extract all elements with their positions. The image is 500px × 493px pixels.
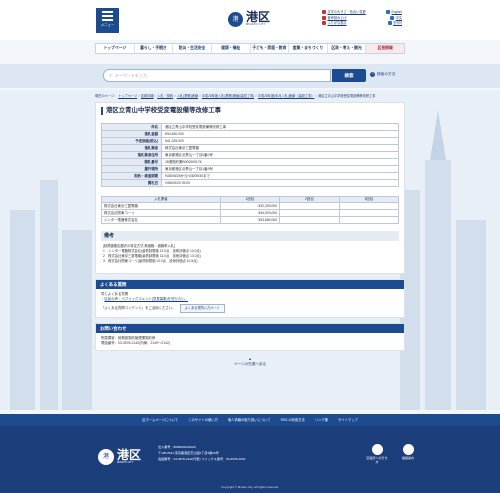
- globe-icon: [386, 10, 391, 14]
- breadcrumb-item[interactable]: 平成28年度(年月入札)実績（建設工事）: [258, 94, 315, 98]
- footer-link[interactable]: 個人情報の取り扱いについて: [228, 418, 271, 422]
- breadcrumb-item[interactable]: 入札(業務)実績: [177, 94, 198, 98]
- contact-heading: お問い合わせ: [96, 324, 404, 333]
- breadcrumb-item[interactable]: 区政情報: [141, 94, 154, 98]
- table-row: 予定価格(税込) ¥41,025,000: [101, 137, 399, 145]
- menu-button[interactable]: メニュー: [96, 8, 119, 33]
- gnav-top[interactable]: トップページ: [96, 44, 135, 53]
- footer-link[interactable]: RSS の利用方法: [281, 418, 305, 422]
- furigana-icon: [322, 21, 326, 26]
- table-row: 落札金額 ¥34,830,000: [101, 130, 399, 138]
- map-pin-icon: [371, 444, 383, 455]
- gnav-living[interactable]: 暮らし・手続き: [135, 44, 174, 53]
- copyright: Copyright © Minato City. All rights rese…: [221, 485, 279, 489]
- main-content: 港区立青山中学校受変電設備等改修工事 件名 港区立青山中学校受変電設備等改修工事 …: [95, 102, 405, 275]
- table-row: 落札業者住所 東京都港区北青山一丁目0番0号: [101, 151, 399, 159]
- faq-note: 「よくある質問コンテンツ」をご活用ください。: [101, 306, 176, 311]
- search-placeholder: キーワードを入力: [114, 73, 147, 78]
- access-button[interactable]: 区役所への行き方: [366, 444, 388, 465]
- page-title: 港区立青山中学校受変電設備等改修工事: [101, 107, 399, 115]
- breadcrumb-current: 港区立青山中学校受変電設備等改修工事: [318, 94, 376, 98]
- org-chart-icon: [402, 444, 414, 455]
- gnav-industry[interactable]: 産業・まちづくり: [289, 44, 328, 53]
- table-row: シンター電器株式会社 ¥33,880,000: [101, 216, 400, 224]
- search-band: ⚲ キーワードを入力 検索 ? 検索の方法: [0, 64, 500, 88]
- faq-box: よくある質問 同じよくある質問 ・区民の声・パブリックコメント(意見募集)を知り…: [95, 279, 405, 319]
- text-size-link[interactable]: 文字の大きさ・色合い変更: [322, 10, 366, 14]
- globe-icon: [387, 21, 392, 26]
- voice-reading-link[interactable]: 音声読み上げ: [322, 15, 347, 20]
- contact-phone: 電話番号：03-3578-2140(内線：2140～2142): [101, 341, 170, 346]
- text-size-icon: [322, 10, 326, 14]
- breadcrumb-item[interactable]: 平成28年度入札(業務)実績(建設工事): [202, 94, 254, 98]
- gnav-government[interactable]: 区政・考え・観光: [328, 44, 367, 53]
- breadcrumb: 現在のページ： トップページ > 区政情報 > 入札・契約 > 入札(業務)実績…: [95, 94, 376, 98]
- faq-page-button[interactable]: よくある質問入力ページ: [179, 304, 225, 314]
- table-row: 落札業者 株式会社東京三菱電機: [101, 144, 399, 152]
- organization-button[interactable]: 組織案内: [397, 444, 419, 465]
- phone-fax: 電話番号：03-3578-2111(代表) ファックス番号：03-3578-20…: [158, 457, 246, 461]
- table-row: 契約・検査期間 H28/05/25からH28/09/30まで: [101, 172, 399, 180]
- logo-main-text: 港区: [246, 10, 271, 25]
- menu-label: メニュー: [100, 23, 115, 27]
- footer-link[interactable]: 区ホームページについて: [142, 418, 178, 422]
- gnav-children[interactable]: 子ども・家庭・教育: [251, 44, 290, 53]
- header: メニュー 港 港区 MINATO CITY 文字の大きさ・色合い変更 Engli…: [0, 0, 500, 40]
- page-top-link[interactable]: ▲ ページの先頭へ戻る: [95, 357, 405, 366]
- footer: 港 港区 MINATO CITY 法人番号：8000020131032 〒105…: [0, 426, 500, 493]
- minato-seal-icon: 港: [228, 12, 243, 27]
- chinese-link[interactable]: 中文: [390, 15, 402, 20]
- table-row: 開札番号 28港契約第B000000176: [101, 158, 399, 166]
- footer-link[interactable]: サイトマップ: [338, 418, 358, 422]
- search-icon: ⚲: [109, 73, 112, 78]
- search-input[interactable]: ⚲ キーワードを入力: [103, 69, 331, 82]
- search-button[interactable]: 検索: [332, 69, 366, 82]
- faq-link[interactable]: 区民の声・パブリックコメント(意見募集)を知りたい。: [104, 297, 188, 301]
- minato-seal-icon: 港: [98, 449, 114, 465]
- korean-link[interactable]: 한국어: [387, 21, 402, 26]
- footer-logo-main: 港区: [117, 447, 142, 462]
- footer-address: 法人番号：8000020131032 〒105-8511 東京都港区芝公園1丁目…: [158, 444, 245, 462]
- gnav-safety[interactable]: 防災・生活安全: [173, 44, 212, 53]
- contact-box: お問い合わせ 所属課室：総務部契約管理課契約係 電話番号：03-3578-214…: [95, 323, 405, 352]
- site-logo[interactable]: 港 港区 MINATO CITY: [228, 10, 271, 27]
- table-row: 株式会社関東コーリ ¥34,000,000: [101, 209, 400, 217]
- gnav-health[interactable]: 健康・福祉: [212, 44, 251, 53]
- note-line: 3 株式会社関東コーリ(最低制限価 13.0点 技術評価点 10.5点): [103, 259, 198, 264]
- footer-link[interactable]: リンク集: [315, 418, 328, 422]
- breadcrumb-item[interactable]: トップページ: [118, 94, 137, 98]
- table-row: 株式会社東京三菱電機 ¥32,250,000: [101, 202, 400, 210]
- table-row: 開札日 H28/05/24 09:00: [101, 179, 399, 187]
- search-help-link[interactable]: ? 検索の方法: [370, 72, 395, 77]
- footer-nav: 区ホームページについて このサイトの使い方 個人情報の取り扱いについて RSS …: [0, 414, 500, 426]
- hamburger-icon: [102, 11, 113, 21]
- global-nav: トップページ 暮らし・手続き 防災・生活安全 健康・福祉 子ども・家庭・教育 産…: [0, 43, 500, 54]
- bid-results-table: 入札業者 1回目 2回目 3回目 株式会社東京三菱電機 ¥32,250,000 株式会社…: [101, 196, 400, 224]
- contract-info-table: 件名 港区立青山中学校受変電設備等改修工事 落札金額 ¥34,830,000 予定価…: [101, 123, 399, 187]
- footer-link[interactable]: このサイトの使い方: [188, 418, 218, 422]
- english-link[interactable]: English: [386, 10, 402, 14]
- speaker-icon: [322, 15, 326, 20]
- notes-body: [制限価格定額式の特定方式 無価格…価格率入札] 1 シンター電器株式会社(最低…: [101, 241, 399, 267]
- gnav-mayor[interactable]: 区長情報: [366, 44, 404, 53]
- footer-logo[interactable]: 港 港区 MINATO CITY: [98, 449, 141, 465]
- breadcrumb-label: 現在のページ: [95, 94, 115, 98]
- notes-heading: 備考: [101, 231, 399, 242]
- help-icon: ?: [370, 72, 375, 77]
- utility-links: 文字の大きさ・色合い変更 English 音声読み上げ 中文 ふりがな表示 한국…: [322, 10, 402, 27]
- table-row: 件名 港区立青山中学校受変電設備等改修工事: [101, 123, 399, 131]
- table-row: 履行場所 東京都港区北青山一丁目1番9号: [101, 165, 399, 173]
- arrow-up-icon: ▲: [248, 357, 252, 362]
- globe-icon: [390, 15, 395, 20]
- furigana-link[interactable]: ふりがな表示: [322, 21, 347, 26]
- breadcrumb-item[interactable]: 入札・契約: [157, 94, 173, 98]
- faq-heading: よくある質問: [96, 280, 404, 289]
